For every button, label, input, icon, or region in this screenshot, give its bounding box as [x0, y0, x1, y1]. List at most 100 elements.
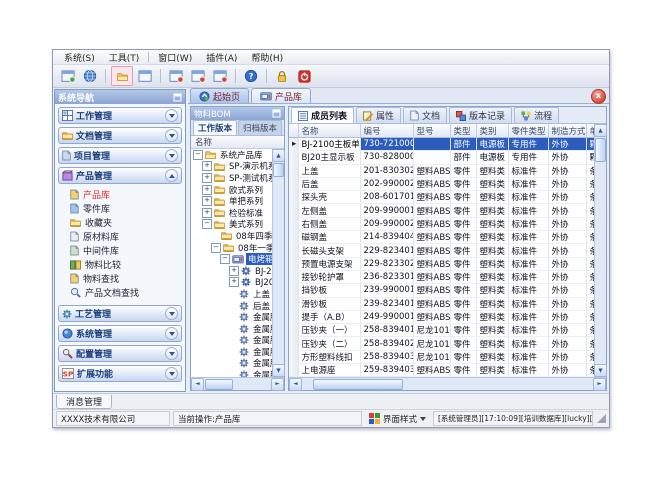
cell[interactable]: 条	[586, 270, 594, 283]
globe-button[interactable]	[80, 67, 100, 85]
sidebar-item-0[interactable]: 产品库	[70, 188, 182, 201]
cell[interactable]: 塑料ABS	[413, 270, 450, 283]
cell[interactable]: 标准件	[508, 297, 548, 310]
sidebar-group-4[interactable]: 工艺管理	[58, 305, 182, 322]
cell[interactable]: 239-823401-00X	[360, 297, 413, 310]
cell[interactable]: 标准件	[508, 350, 548, 363]
cell[interactable]: 塑料类	[476, 297, 508, 310]
cell[interactable]: 730-828000-04X	[360, 151, 413, 164]
cell[interactable]: 塑料ABS	[413, 244, 450, 257]
content-tab-3[interactable]: 版本记录	[449, 107, 512, 123]
cell[interactable]: 外协	[548, 324, 586, 337]
cell[interactable]: 外协	[548, 217, 586, 230]
cell[interactable]: 尼龙1010	[413, 324, 450, 337]
cell[interactable]: 标准件	[508, 337, 548, 350]
cell[interactable]: 零件	[450, 177, 476, 190]
scroll-thumb[interactable]	[313, 379, 403, 390]
menu-item-0[interactable]: 系统(S)	[57, 51, 102, 64]
collapse-icon[interactable]: −	[193, 150, 203, 160]
cell[interactable]: 条	[586, 204, 594, 217]
bom-tab-1[interactable]: 归档版本	[238, 120, 282, 135]
sidebar-item-7[interactable]: 产品文档查找	[70, 286, 182, 299]
table-vertical-scrollbar[interactable]: ▲ ▼	[594, 124, 606, 377]
cell[interactable]: 209-990001-01X	[360, 204, 413, 217]
cell[interactable]: 尼龙1010	[413, 350, 450, 363]
cell[interactable]: BJ20主显示板	[298, 151, 360, 164]
cell[interactable]: 条	[586, 324, 594, 337]
tree-column-header[interactable]: 名称	[191, 136, 284, 149]
window-manager-button[interactable]	[135, 67, 155, 85]
cell[interactable]: 标准件	[508, 364, 548, 377]
sidebar-item-2[interactable]: 收藏夹	[70, 216, 182, 229]
cell[interactable]: 229-823401-00X	[360, 244, 413, 257]
cell[interactable]: 229-823302-00X	[360, 257, 413, 270]
table-row[interactable]: 上盖201-830302-00X塑料ABS零件塑料类标准件外协条	[289, 164, 594, 177]
expand-icon[interactable]: +	[202, 185, 212, 195]
cell[interactable]: 零件	[450, 257, 476, 270]
session-window-button[interactable]	[58, 67, 78, 85]
sidebar-group-3[interactable]: 产品管理	[58, 167, 182, 184]
column-header-7[interactable]: 单位	[586, 124, 594, 138]
tree-node-11[interactable]: +BJ20主显示板	[191, 277, 272, 289]
cell[interactable]: 条	[586, 297, 594, 310]
exit-button[interactable]	[294, 67, 314, 85]
cell[interactable]: 磁钢盖	[298, 231, 360, 244]
collapse-icon[interactable]: −	[202, 219, 212, 229]
cell[interactable]: 零件	[450, 270, 476, 283]
cell[interactable]: 右侧盖	[298, 217, 360, 230]
cell[interactable]: 标准件	[508, 191, 548, 204]
cell[interactable]: 塑料类	[476, 257, 508, 270]
cell[interactable]: 后盖	[298, 177, 360, 190]
cell[interactable]: 零件	[450, 244, 476, 257]
cell[interactable]: 压钞夹（二）	[298, 337, 360, 350]
column-header-2[interactable]: 型号	[413, 124, 450, 138]
cell[interactable]: 258-839402-00X	[360, 337, 413, 350]
cell[interactable]: 外协	[548, 257, 586, 270]
chevron-up-icon[interactable]	[165, 169, 178, 182]
content-tab-1[interactable]: 属性	[356, 107, 401, 123]
sidebar-item-4[interactable]: 中间件库	[70, 244, 182, 257]
tree-node-12[interactable]: 上盖	[191, 288, 272, 300]
cell[interactable]: 塑料类	[476, 284, 508, 297]
cell[interactable]: 条	[586, 244, 594, 257]
collapse-icon[interactable]: −	[211, 243, 221, 253]
cell[interactable]: 258-839401-00X	[360, 324, 413, 337]
expand-icon[interactable]: +	[229, 277, 239, 287]
scroll-right-icon[interactable]: ►	[271, 378, 284, 391]
scroll-down-icon[interactable]: ▼	[594, 364, 607, 377]
cell[interactable]: 塑料类	[476, 244, 508, 257]
scroll-up-icon[interactable]: ▲	[272, 149, 285, 162]
sidebar-group-5[interactable]: 系统管理	[58, 325, 182, 342]
tree-node-6[interactable]: −美式系列	[191, 219, 272, 231]
cell[interactable]: 标准件	[508, 257, 548, 270]
cell[interactable]: 外协	[548, 364, 586, 377]
tree-node-5[interactable]: +检验标准	[191, 207, 272, 219]
cell[interactable]: 标准件	[508, 164, 548, 177]
ui-style-selector[interactable]: 界面样式	[365, 412, 430, 425]
sidebar-group-7[interactable]: SP扩展功能	[58, 365, 182, 382]
cell[interactable]: 塑料ABS	[413, 191, 450, 204]
table-horizontal-scrollbar[interactable]: ◄ ►	[289, 377, 606, 390]
chevron-down-icon[interactable]	[165, 109, 178, 122]
cell[interactable]: 塑料ABS	[413, 297, 450, 310]
cell[interactable]: 条	[586, 231, 594, 244]
cell[interactable]: 236-823301-00X	[360, 270, 413, 283]
cell[interactable]: 提手（A.B）	[298, 310, 360, 323]
cell[interactable]: 条	[586, 191, 594, 204]
cell[interactable]: 零件	[450, 164, 476, 177]
cell[interactable]: 零件	[450, 350, 476, 363]
cell[interactable]: 塑料类	[476, 217, 508, 230]
help-button[interactable]: ?	[241, 67, 261, 85]
cell[interactable]: 专用件	[508, 138, 548, 151]
expand-icon[interactable]: +	[202, 173, 212, 183]
sidebar-group-0[interactable]: 工作管理	[58, 107, 182, 124]
tree-node-2[interactable]: +SP-测试机系列	[191, 172, 272, 184]
table-row[interactable]: 压钞夹（二）258-839402-00X尼龙1010零件塑料类标准件外协条	[289, 337, 594, 350]
table-row[interactable]: 预置电源支架229-823302-00X塑料ABS零件塑料类标准件外协条	[289, 257, 594, 270]
cell[interactable]: 塑料ABS	[413, 364, 450, 377]
cell[interactable]: 外协	[548, 164, 586, 177]
cell[interactable]: 条	[586, 284, 594, 297]
scroll-thumb[interactable]	[595, 138, 606, 162]
cell[interactable]: 零件	[450, 310, 476, 323]
cell[interactable]: 部件	[450, 138, 476, 151]
